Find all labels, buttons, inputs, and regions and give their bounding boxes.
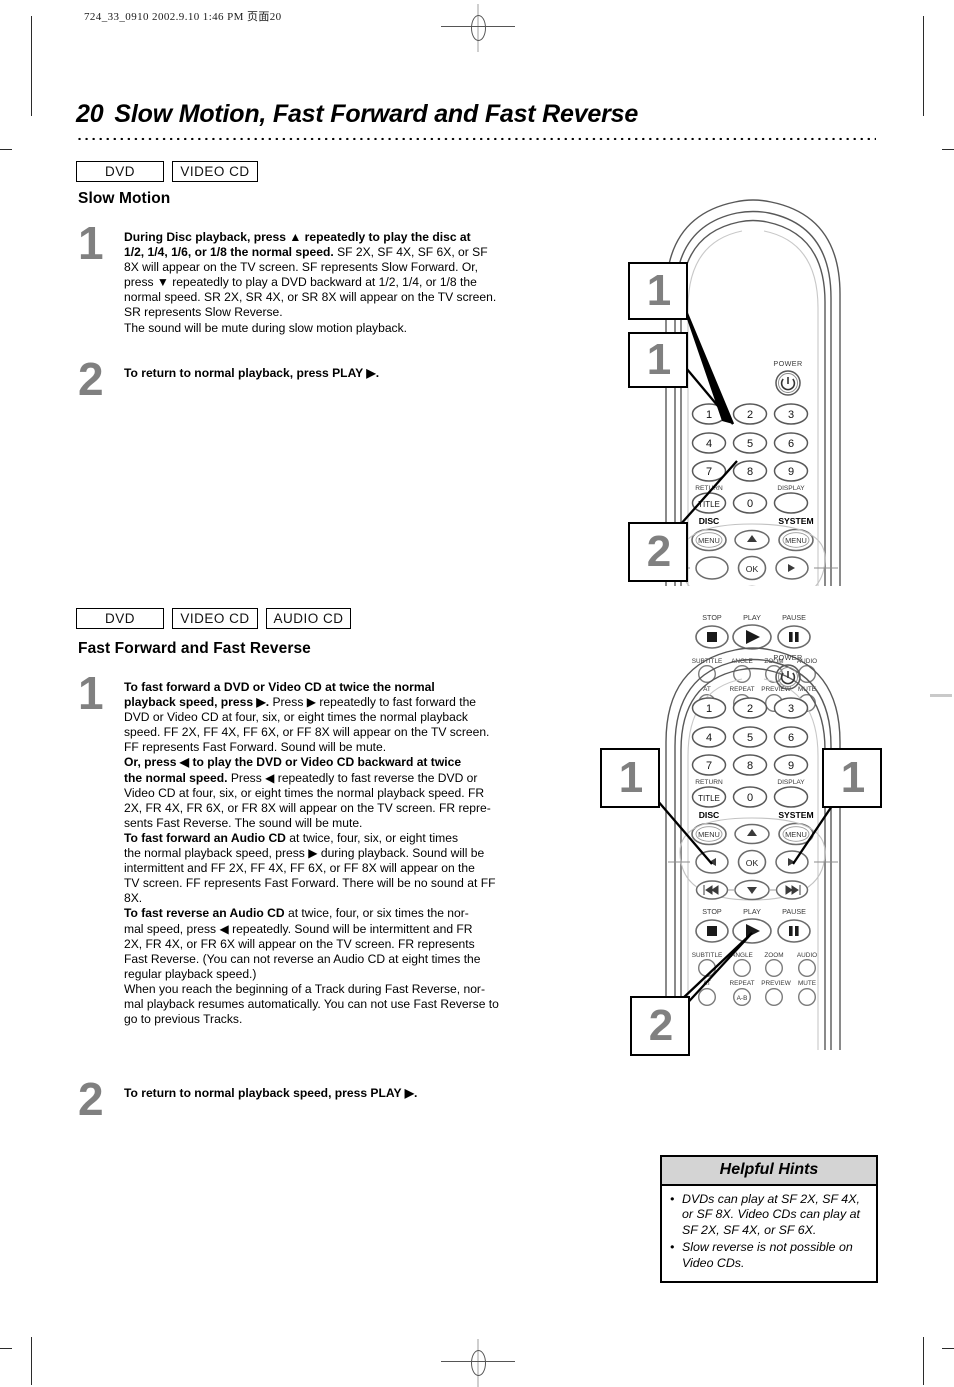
callout-remote2-step2: 2 (630, 996, 690, 1056)
step-number: 1 (78, 217, 104, 269)
svg-text:REPEAT: REPEAT (729, 980, 754, 987)
step-body: During Disc playback, press ▲ repeatedly… (124, 230, 497, 335)
svg-text:4: 4 (706, 732, 712, 744)
badge-dvd: DVD (76, 608, 164, 629)
svg-text:PAUSE: PAUSE (782, 613, 806, 622)
svg-text:RETURN: RETURN (695, 779, 723, 786)
badge-video-cd: VIDEO CD (172, 161, 258, 182)
badge-audio-cd: AUDIO CD (266, 608, 351, 629)
page-number: 20 (76, 100, 104, 128)
svg-text:2: 2 (747, 703, 753, 715)
side-tick-right (930, 694, 952, 697)
prepress-header: 724_33_0910 2002.9.10 1:46 PM 页面20 (84, 11, 282, 23)
crop-mark-bottom-left-vertical (31, 1337, 32, 1385)
svg-text:DISPLAY: DISPLAY (777, 779, 805, 786)
heading-fast-forward: Fast Forward and Fast Reverse (78, 640, 311, 657)
step-number: 2 (78, 1073, 104, 1125)
svg-text:ZOOM: ZOOM (764, 952, 783, 959)
bullet-icon: • (670, 1192, 675, 1206)
svg-text:SYSTEM: SYSTEM (778, 810, 813, 820)
badge-video-cd: VIDEO CD (172, 608, 258, 629)
callout-remote2-step1-left: 1 (600, 748, 660, 808)
step-body: To return to normal playback, press PLAY… (124, 366, 380, 380)
svg-text:3: 3 (788, 703, 794, 715)
page-title: 20 Slow Motion, Fast Forward and Fast Rev… (76, 100, 896, 129)
svg-text:MUTE: MUTE (798, 980, 816, 987)
svg-text:TITLE: TITLE (698, 794, 720, 803)
helpful-hints-box: Helpful Hints • DVDs can play at SF 2X, … (660, 1155, 878, 1284)
crop-mark-top-left-horizontal (0, 149, 12, 150)
remote-artwork-2: POWER 1 2 3 4 5 6 7 8 9 RETURN TITLE 0 D… (665, 647, 841, 1050)
step-number: 2 (78, 353, 104, 405)
badge-dvd: DVD (76, 161, 164, 182)
crop-mark-bottom-left-horizontal (0, 1348, 12, 1349)
svg-text:AUDIO: AUDIO (797, 952, 817, 959)
page-title-text: Slow Motion, Fast Forward and Fast Rever… (114, 100, 639, 128)
svg-text:A-B: A-B (737, 995, 748, 1002)
hint-text: DVDs can play at SF 2X, SF 4X, or SF 8X.… (682, 1192, 860, 1237)
callout-remote2-step1-right: 1 (822, 748, 882, 808)
svg-text:MENU: MENU (698, 830, 720, 839)
svg-text:8: 8 (747, 760, 753, 772)
callout-remote1-step1a: 1 (628, 262, 688, 320)
svg-text:0: 0 (747, 792, 753, 804)
helpful-hints-title: Helpful Hints (662, 1157, 876, 1186)
svg-text:7: 7 (706, 760, 712, 772)
hint-text: Slow reverse is not possible on Video CD… (682, 1240, 853, 1270)
svg-text:MENU: MENU (785, 830, 807, 839)
step-body: To fast forward a DVD or Video CD at twi… (124, 680, 499, 1027)
registration-mark-bottom (441, 1339, 515, 1387)
step-number: 1 (78, 667, 104, 719)
registration-mark-top (441, 4, 515, 52)
crop-mark-top-left-vertical (31, 16, 32, 116)
helpful-hints-body: • DVDs can play at SF 2X, SF 4X, or SF 8… (662, 1186, 876, 1281)
svg-text:1: 1 (706, 703, 712, 715)
manual-page: 724_33_0910 2002.9.10 1:46 PM 页面20 20 Slo… (0, 0, 954, 1387)
crop-mark-bottom-right-horizontal (942, 1348, 954, 1349)
svg-text:STOP: STOP (702, 613, 722, 622)
title-dotted-rule (76, 136, 876, 140)
crop-mark-top-right-horizontal (942, 149, 954, 150)
svg-text:POWER: POWER (773, 653, 802, 662)
svg-text:ANGLE: ANGLE (731, 952, 753, 959)
svg-text:PLAY: PLAY (743, 613, 761, 622)
callout-remote1-step1b: 1 (628, 332, 688, 388)
svg-text:6: 6 (788, 732, 794, 744)
svg-text:STOP: STOP (702, 907, 722, 916)
heading-slow-motion: Slow Motion (78, 190, 171, 207)
hint-item: • DVDs can play at SF 2X, SF 4X, or SF 8… (670, 1192, 868, 1238)
crop-mark-bottom-right-vertical (923, 1337, 924, 1385)
svg-text:PAUSE: PAUSE (782, 907, 806, 916)
svg-text:SUBTITLE: SUBTITLE (692, 952, 723, 959)
svg-text:5: 5 (747, 732, 753, 744)
svg-text:PLAY: PLAY (743, 907, 761, 916)
bullet-icon: • (670, 1240, 675, 1255)
remote-control-illustration-fast: POWER 1 2 3 4 5 6 7 8 9 RETURN TITLE 0 D… (610, 630, 900, 1050)
step-body: To return to normal playback speed, pres… (124, 1086, 418, 1100)
disc-badges-slow-motion: DVD VIDEO CD (76, 161, 258, 182)
svg-text:PREVIEW: PREVIEW (761, 980, 791, 987)
svg-text:DISC: DISC (699, 810, 720, 820)
hint-item: • Slow reverse is not possible on Video … (670, 1240, 868, 1271)
svg-text:AT: AT (703, 980, 711, 987)
crop-mark-top-right-vertical (923, 16, 924, 116)
svg-text:OK: OK (746, 858, 759, 868)
svg-text:9: 9 (788, 760, 794, 772)
callout-remote1-step2: 2 (628, 522, 688, 582)
disc-badges-fast: DVD VIDEO CD AUDIO CD (76, 608, 351, 629)
